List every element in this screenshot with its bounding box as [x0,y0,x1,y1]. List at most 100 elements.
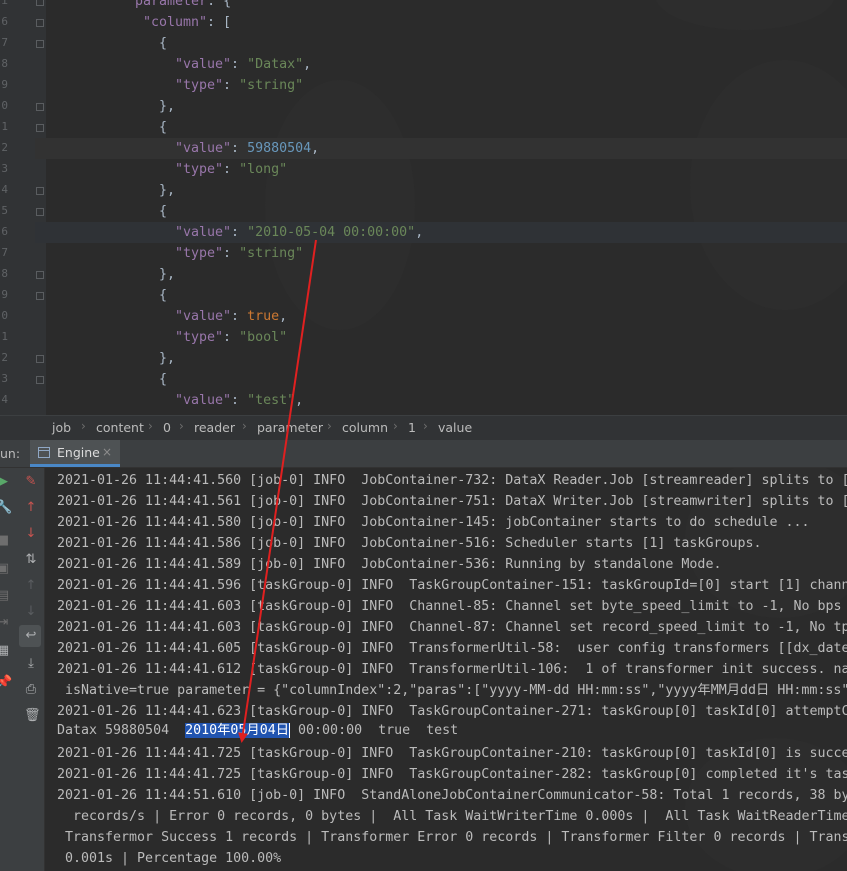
fold-marker-icon[interactable] [36,355,44,363]
print-icon[interactable]: ⎙ [24,683,38,697]
code-line: "value": "2010-05-04 00:00:00", [175,222,423,243]
code-line: "value": true, [175,306,287,327]
line-number: i [1,0,8,7]
tab-engine[interactable]: Engine × [30,440,120,467]
code-line: }, [159,96,175,117]
code-token: : [231,393,248,408]
sort-icon[interactable]: ⇅ [24,553,38,567]
code-token: { [223,0,232,9]
code-line: { [159,33,167,54]
console-log-line: 2021-01-26 11:44:41.725 [taskGroup-0] IN… [57,767,847,782]
code-line: { [159,285,167,306]
wrench-icon[interactable]: 🔧 [0,501,12,515]
fold-marker-icon[interactable] [36,376,44,384]
console-output-line: Datax 59880504 2010年05月04日 00:00:00 true… [57,720,458,741]
fold-marker-icon[interactable] [36,103,44,111]
breadcrumb-item[interactable]: column [342,420,388,435]
line-number: 3 [1,372,8,385]
code-token: "bool" [239,330,288,345]
chevron-right-icon: › [148,419,153,433]
breadcrumb-item[interactable]: reader [194,420,235,435]
exit-icon[interactable]: ⇥ [0,616,10,630]
code-token: }, [159,267,176,282]
breadcrumb-item[interactable]: 1 [408,420,416,435]
code-line: "type": "long" [175,159,287,180]
line-number: 4 [1,393,8,406]
line-number: 7 [1,246,8,259]
line-number: 7 [1,36,8,49]
console-log-line: 2021-01-26 11:44:41.596 [taskGroup-0] IN… [57,578,847,593]
line-number: 1 [1,120,8,133]
breadcrumb-item[interactable]: parameter [257,420,323,435]
console-log-line: records/s | Error 0 records, 0 bytes | A… [57,809,847,824]
edit-configuration-icon[interactable]: ✎ [24,475,38,489]
code-token: 59880504 [247,141,312,156]
pin-icon[interactable]: 📌 [0,676,12,690]
code-token: { [159,288,168,303]
code-token: "type" [175,162,224,177]
arrow-down-icon[interactable]: ↓ [24,527,38,541]
scroll-to-end-icon[interactable]: ⤓ [24,657,38,671]
console-log-line: 2021-01-26 11:44:41.603 [taskGroup-0] IN… [57,599,842,614]
code-line: { [159,369,167,390]
breadcrumb-item[interactable]: 0 [163,420,171,435]
soft-wrap-icon[interactable]: ↩ [24,629,38,643]
breadcrumb-item[interactable]: job [52,420,71,435]
code-editor[interactable]: i6789012345678901234 parameter: {"column… [0,0,847,415]
code-token: "type" [175,246,224,261]
fold-marker-icon[interactable] [36,40,44,48]
console-log-line: 2021-01-26 11:44:41.605 [taskGroup-0] IN… [57,641,847,656]
code-token: , [311,141,320,156]
close-tab-button[interactable]: × [102,445,112,459]
run-toolbar: ▶ ✎ 🔧 ↑ ↓ ■ ⇅ ▣ ▤ ↑ ↓ ⇥ ↩ ▦ ⤓ 📌 ⎙ 🗑 [0,468,45,871]
code-token: }, [159,99,176,114]
rerun-icon[interactable]: ▶ [0,475,10,489]
code-token: "value" [175,57,232,72]
fold-marker-icon[interactable] [36,0,44,6]
console-log-line: 2021-01-26 11:44:41.586 [job-0] INFO Job… [57,536,762,551]
code-token: "string" [239,246,304,261]
code-token: "Datax" [247,57,304,72]
breadcrumb-item[interactable]: value [438,420,472,435]
code-token: true [247,309,280,324]
chevron-right-icon: › [327,419,332,433]
line-number: 9 [1,288,8,301]
code-token: , [303,57,312,72]
code-line: "type": "bool" [175,327,287,348]
breadcrumb-item[interactable]: content [96,420,144,435]
fold-marker-icon[interactable] [36,19,44,27]
console-log-line: 2021-01-26 11:44:41.623 [taskGroup-0] IN… [57,704,847,719]
next-occurrence-icon[interactable]: ↓ [24,605,38,619]
layout-icon[interactable]: ▤ [0,589,10,603]
fold-marker-icon[interactable] [36,271,44,279]
code-line: { [159,201,167,222]
code-token: "value" [175,225,232,240]
code-line: "value": "Datax", [175,54,311,75]
code-token: , [415,225,424,240]
fold-marker-icon[interactable] [36,208,44,216]
previous-occurrence-icon[interactable]: ↑ [24,579,38,593]
fold-marker-icon[interactable] [36,124,44,132]
trash-icon[interactable]: 🗑 [24,709,41,723]
grid-icon[interactable]: ▦ [0,644,10,658]
background-image-face [690,60,847,310]
code-token: "string" [239,78,304,93]
chevron-right-icon: › [393,419,398,433]
line-number-gutter: i 6 7 8 9 0 1 2 3 4 5 6 7 8 9 0 1 2 3 4 [0,0,46,415]
arrow-up-icon[interactable]: ↑ [24,501,38,515]
code-token: : [223,78,240,93]
code-token: "value" [175,309,232,324]
camera-icon[interactable]: ▣ [0,562,10,576]
line-number: 6 [1,15,8,28]
stop-icon[interactable]: ■ [0,534,10,548]
line-number: 9 [1,78,8,91]
code-token: "value" [175,393,232,408]
selected-text[interactable]: 2010年05月04日 [185,723,290,738]
code-token: { [159,120,168,135]
code-token: : [207,0,224,9]
line-number: 0 [1,99,8,112]
fold-marker-icon[interactable] [36,187,44,195]
console-output[interactable]: Datax 59880504 2010年05月04日 00:00:00 true… [45,468,847,871]
code-line: "type": "string" [175,243,303,264]
fold-marker-icon[interactable] [36,292,44,300]
